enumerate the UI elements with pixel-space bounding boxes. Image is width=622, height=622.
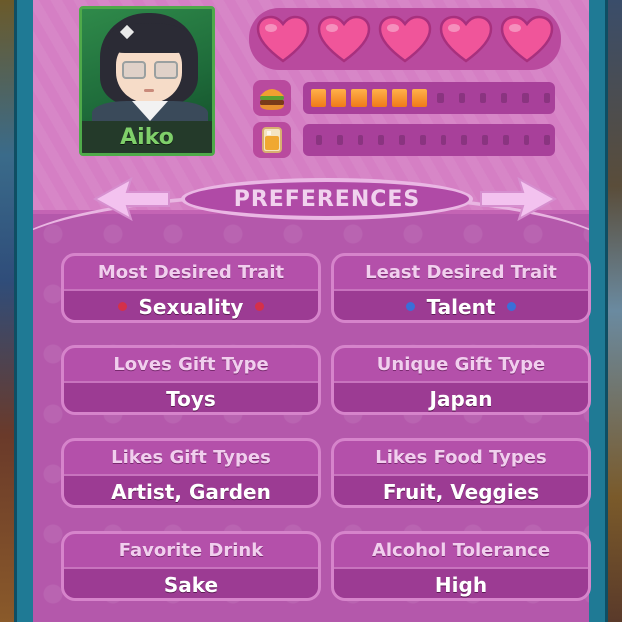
alcohol-tolerance-label: Alcohol Tolerance (371, 540, 551, 561)
portrait-glasses-left (122, 61, 146, 79)
bar-segment-empty (461, 135, 467, 145)
likes-food-types-card: Likes Food Types Fruit, Veggies (331, 438, 591, 508)
bar-segment-empty (522, 93, 529, 103)
bar-segment-empty (419, 135, 426, 145)
bar-segment-empty (479, 93, 487, 103)
bar-segment-empty (399, 135, 405, 145)
least-desired-trait-label: Least Desired Trait (365, 262, 557, 283)
burger-icon (253, 80, 291, 116)
alcohol-tolerance-card: Alcohol Tolerance High (331, 531, 591, 601)
bar-segment-empty (378, 135, 384, 145)
talent-dot-icon (507, 302, 517, 311)
least-desired-trait-card: Least Desired Trait Talent (331, 253, 591, 323)
alcohol-tolerance-value: High (334, 567, 588, 598)
heart-icon (317, 15, 371, 63)
heart-icon (257, 15, 310, 63)
heart-icon (378, 15, 432, 63)
sexuality-dot-icon (117, 302, 127, 311)
heart-icon (500, 15, 553, 63)
character-portrait[interactable]: Aiko (79, 6, 215, 156)
bar-segment-filled (412, 89, 428, 107)
hunger-stat (253, 80, 557, 116)
bar-segment-empty (501, 93, 508, 103)
loves-gift-type-card: Loves Gift Type Toys (61, 345, 321, 415)
talent-dot-icon (405, 302, 415, 311)
bar-segment-empty (316, 135, 322, 145)
bar-segment-empty (458, 93, 465, 103)
most-desired-trait-value-row: Sexuality (64, 289, 318, 320)
thirst-bar (303, 124, 555, 156)
bar-segment-filled (331, 89, 347, 107)
heart-icon (439, 15, 493, 63)
sexuality-dot-icon (255, 302, 265, 311)
favorite-drink-value: Sake (64, 567, 318, 598)
background-right-strip (608, 0, 622, 622)
bar-segment-empty (544, 135, 550, 145)
affection-hearts (249, 8, 561, 70)
most-desired-trait-card: Most Desired Trait Sexuality (61, 253, 321, 323)
unique-gift-type-value: Japan (334, 381, 588, 412)
portrait-glasses-right (154, 61, 178, 79)
likes-gift-types-value: Artist, Garden (64, 474, 318, 505)
preferences-title: PREFERENCES (181, 178, 473, 220)
favorite-drink-label: Favorite Drink (118, 540, 264, 561)
likes-gift-types-card: Likes Gift Types Artist, Garden (61, 438, 321, 508)
next-arrow-icon[interactable] (479, 176, 559, 222)
portrait-mouth (144, 89, 154, 92)
bar-segment-empty (357, 135, 364, 145)
most-desired-trait-label: Most Desired Trait (97, 262, 285, 283)
most-desired-trait-value: Sexuality (138, 294, 244, 319)
bar-segment-empty (523, 135, 530, 145)
loves-gift-type-label: Loves Gift Type (113, 354, 269, 375)
unique-gift-type-label: Unique Gift Type (376, 354, 546, 375)
character-panel: Aiko PREFERENCES Most Desired Trait Sexu… (14, 0, 608, 622)
bar-segment-empty (502, 135, 509, 145)
least-desired-trait-value-row: Talent (334, 289, 588, 320)
likes-food-types-label: Likes Food Types (375, 447, 547, 468)
likes-gift-types-label: Likes Gift Types (111, 447, 271, 468)
bar-segment-empty (440, 135, 447, 145)
previous-arrow-icon[interactable] (91, 176, 171, 222)
bar-segment-empty (437, 93, 444, 103)
bar-segment-filled (391, 89, 408, 107)
hunger-bar (303, 82, 555, 114)
portrait-bangs (108, 23, 192, 53)
bar-segment-empty (336, 135, 343, 145)
loves-gift-type-value: Toys (64, 381, 318, 412)
thirst-stat (253, 122, 557, 158)
bar-segment-filled (311, 89, 327, 107)
likes-food-types-value: Fruit, Veggies (334, 474, 588, 505)
favorite-drink-card: Favorite Drink Sake (61, 531, 321, 601)
drink-icon (253, 122, 291, 158)
unique-gift-type-card: Unique Gift Type Japan (331, 345, 591, 415)
least-desired-trait-value: Talent (426, 294, 496, 319)
background-left-strip (0, 0, 14, 622)
bar-segment-filled (351, 89, 367, 107)
character-name: Aiko (82, 121, 212, 153)
bar-segment-empty (543, 93, 550, 103)
bar-segment-empty (482, 135, 488, 145)
bar-segment-filled (371, 89, 387, 107)
